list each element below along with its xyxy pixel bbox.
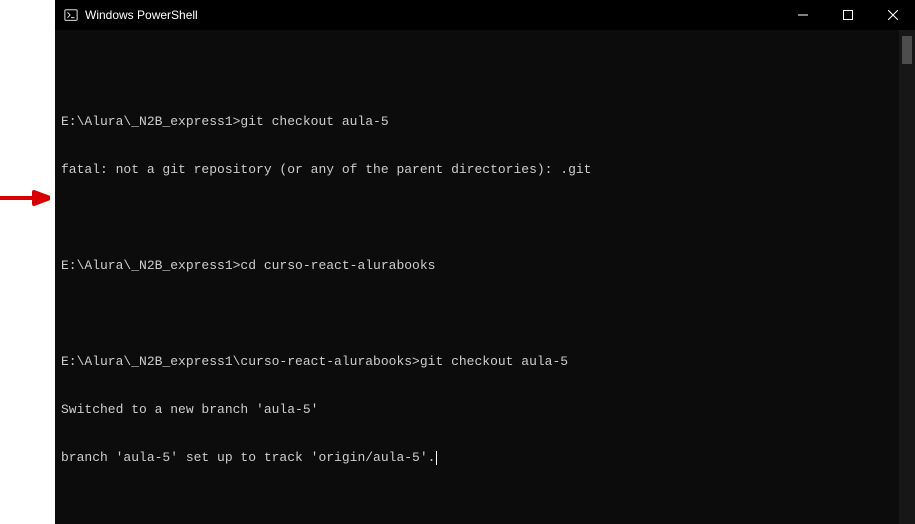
blank-line — [61, 498, 893, 514]
powershell-window: Windows PowerShell E:\Alura\_N2B_express… — [55, 0, 915, 524]
pointer-arrow — [0, 188, 50, 208]
prompt-line: E:\Alura\_N2B_express1>git checkout aula… — [61, 114, 893, 130]
output-line: fatal: not a git repository (or any of t… — [61, 162, 893, 178]
text-cursor — [436, 451, 437, 465]
blank-line — [61, 210, 893, 226]
blank-line — [61, 306, 893, 322]
scrollbar[interactable] — [899, 30, 915, 524]
window-title: Windows PowerShell — [85, 8, 198, 22]
terminal-output[interactable]: E:\Alura\_N2B_express1>git checkout aula… — [55, 30, 899, 524]
scrollbar-thumb[interactable] — [902, 36, 912, 64]
minimize-button[interactable] — [780, 0, 825, 30]
close-button[interactable] — [870, 0, 915, 30]
prompt-line: E:\Alura\_N2B_express1>cd curso-react-al… — [61, 258, 893, 274]
titlebar[interactable]: Windows PowerShell — [55, 0, 915, 30]
powershell-icon — [63, 7, 79, 23]
prompt-line: E:\Alura\_N2B_express1\curso-react-alura… — [61, 354, 893, 370]
output-line: branch 'aula-5' set up to track 'origin/… — [61, 450, 893, 466]
output-line: Switched to a new branch 'aula-5' — [61, 402, 893, 418]
maximize-button[interactable] — [825, 0, 870, 30]
blank-line — [61, 66, 893, 82]
